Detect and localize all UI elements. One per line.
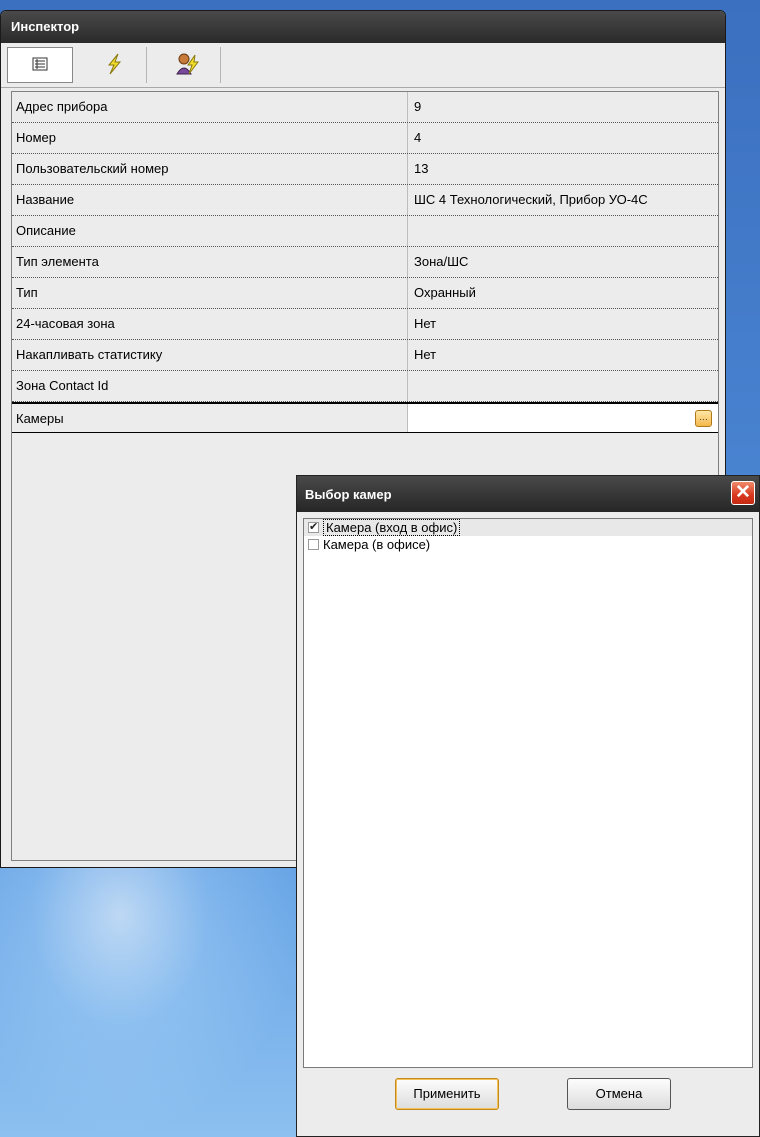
property-row[interactable]: Накапливать статистику Нет	[12, 340, 718, 371]
desktop-background	[0, 860, 300, 1137]
inspector-title: Инспектор	[1, 11, 725, 43]
tab-user-events[interactable]	[155, 47, 221, 83]
property-value[interactable]: 4	[408, 123, 718, 153]
property-row[interactable]: Описание	[12, 216, 718, 247]
camera-checkbox-checked[interactable]: ✔	[308, 522, 319, 533]
inspector-toolbar	[1, 43, 725, 88]
list-item[interactable]: Камера (в офисе)	[304, 536, 752, 553]
property-name: Накапливать статистику	[12, 340, 408, 370]
dialog-title: Выбор камер	[305, 487, 392, 502]
property-name: Описание	[12, 216, 408, 246]
property-row-cameras[interactable]: Камеры …	[12, 402, 718, 433]
property-name: Тип	[12, 278, 408, 308]
property-value[interactable]: 13	[408, 154, 718, 184]
property-value[interactable]: 9	[408, 92, 718, 122]
property-name: Название	[12, 185, 408, 215]
property-row[interactable]: 24-часовая зона Нет	[12, 309, 718, 340]
list-item[interactable]: ✔ Камера (вход в офис)	[304, 519, 752, 536]
property-value[interactable]	[408, 216, 718, 246]
camera-list: ✔ Камера (вход в офис) Камера (в офисе)	[303, 518, 753, 1068]
property-row[interactable]: Номер 4	[12, 123, 718, 154]
camera-label: Камера (вход в офис)	[323, 519, 461, 536]
property-name: Адрес прибора	[12, 92, 408, 122]
property-value[interactable]: Охранный	[408, 278, 718, 308]
property-row[interactable]: Адрес прибора 9	[12, 92, 718, 123]
lightning-icon	[104, 53, 124, 78]
property-row[interactable]: Пользовательский номер 13	[12, 154, 718, 185]
property-name: 24-часовая зона	[12, 309, 408, 339]
property-row[interactable]: Название ШС 4 Технологический, Прибор УО…	[12, 185, 718, 216]
tab-events[interactable]	[81, 47, 147, 83]
browse-ellipsis-button[interactable]: …	[695, 410, 712, 427]
dialog-titlebar: Выбор камер ✕	[297, 476, 759, 512]
close-icon[interactable]: ✕	[731, 481, 755, 505]
property-row[interactable]: Тип элемента Зона/ШС	[12, 247, 718, 278]
property-name: Пользовательский номер	[12, 154, 408, 184]
property-value[interactable]: …	[408, 404, 718, 432]
apply-button[interactable]: Применить	[395, 1078, 499, 1110]
property-value[interactable]: Зона/ШС	[408, 247, 718, 277]
properties-list-icon	[32, 57, 48, 74]
property-value[interactable]: Нет	[408, 340, 718, 370]
camera-label: Камера (в офисе)	[323, 537, 431, 552]
property-name: Номер	[12, 123, 408, 153]
property-name: Зона Contact Id	[12, 371, 408, 401]
camera-select-dialog: Выбор камер ✕ ✔ Камера (вход в офис) Кам…	[296, 475, 760, 1137]
property-value[interactable]: Нет	[408, 309, 718, 339]
user-lightning-icon	[175, 52, 201, 79]
property-row[interactable]: Тип Охранный	[12, 278, 718, 309]
property-row[interactable]: Зона Contact Id	[12, 371, 718, 402]
cancel-button[interactable]: Отмена	[567, 1078, 671, 1110]
property-name: Тип элемента	[12, 247, 408, 277]
tab-properties[interactable]	[7, 47, 73, 83]
property-value[interactable]	[408, 371, 718, 401]
camera-checkbox[interactable]	[308, 539, 319, 550]
property-name: Камеры	[12, 404, 408, 432]
property-value[interactable]: ШС 4 Технологический, Прибор УО-4С	[408, 185, 718, 215]
